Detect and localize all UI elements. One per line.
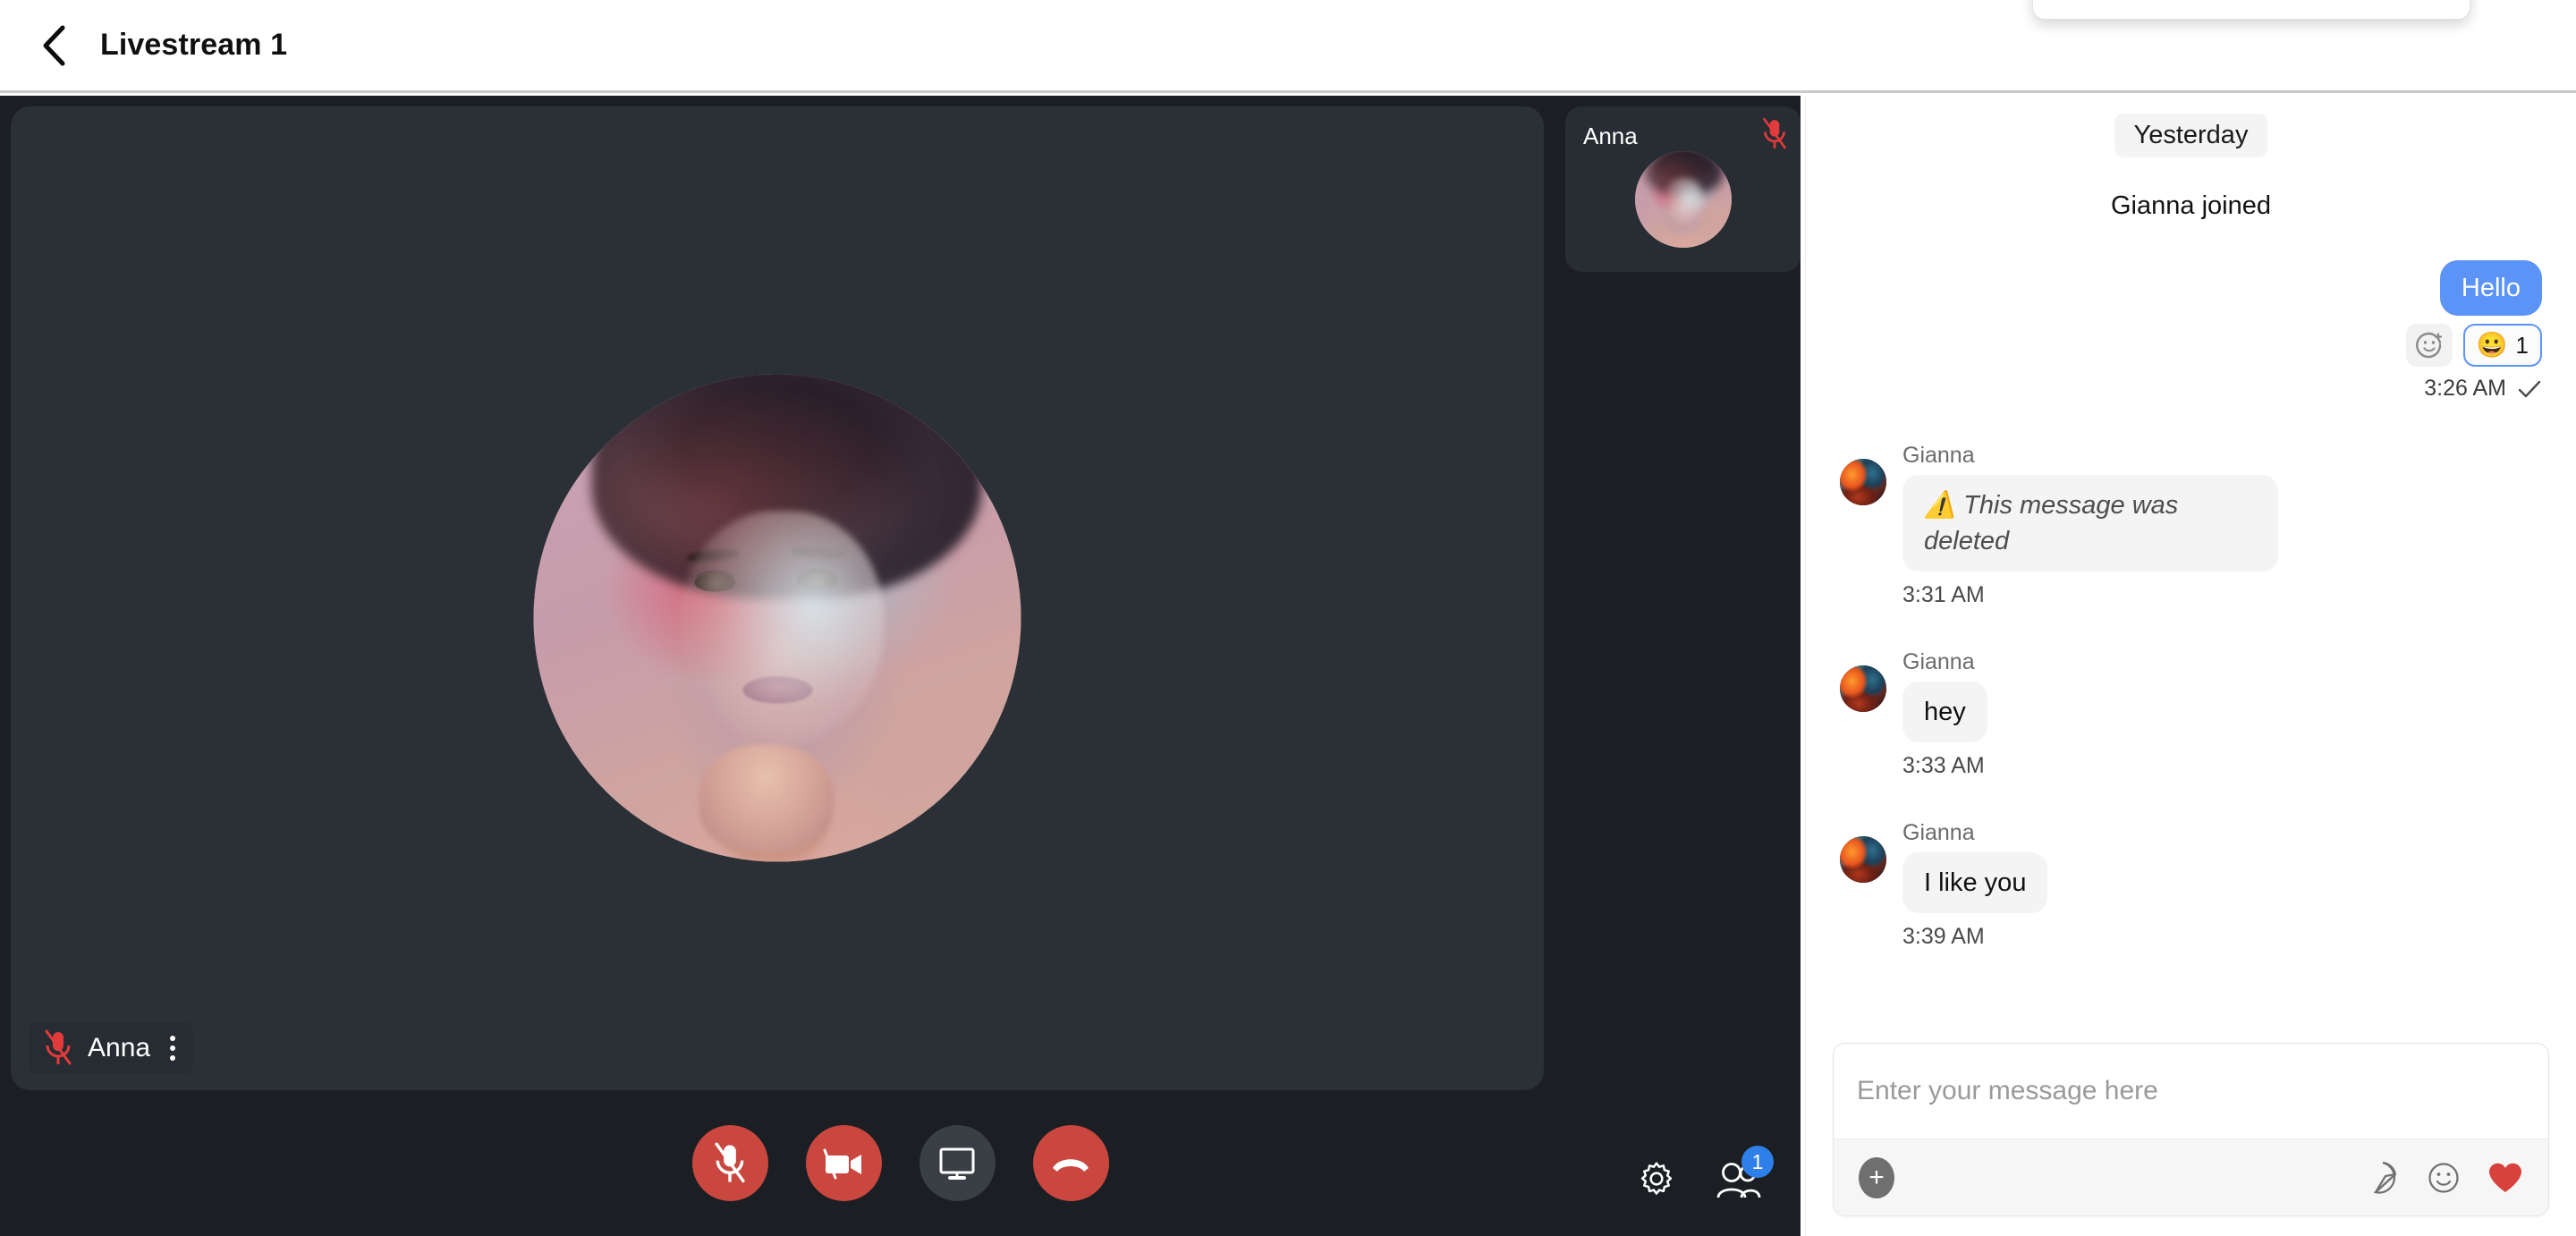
portrait-art — [533, 374, 1021, 862]
kebab-menu-icon[interactable] — [165, 1032, 181, 1064]
reaction-row: 😀 1 — [2405, 324, 2542, 368]
attach-button[interactable]: + — [1859, 1156, 1894, 1198]
composer-wrapper: + — [1806, 1034, 2576, 1236]
message-timestamp: 3:31 AM — [1902, 582, 1985, 608]
message-sender-name: Gianna — [1902, 443, 1975, 469]
gear-icon — [1640, 1162, 1673, 1195]
stage-name-pill[interactable]: Anna — [29, 1022, 194, 1074]
chevron-left-icon — [43, 25, 65, 65]
add-reaction-icon — [2415, 333, 2442, 359]
composer-toolbar: + — [1834, 1139, 2548, 1215]
monitor-icon — [939, 1147, 975, 1180]
message-sender-name: Gianna — [1902, 649, 1975, 675]
page-title: Livestream 1 — [100, 28, 288, 62]
message-composer: + — [1833, 1043, 2549, 1216]
incoming-message-row: Gianna I like you 3:39 AM — [1840, 820, 2542, 950]
add-reaction-button[interactable] — [2405, 324, 2453, 368]
avatar — [1840, 836, 1886, 884]
smiley-icon — [2428, 1162, 2459, 1193]
main-video-stage[interactable]: Anna — [11, 106, 1544, 1090]
emoji-button[interactable] — [2427, 1161, 2461, 1195]
thumbnail-mic-status — [1761, 117, 1788, 156]
outgoing-message-meta: 3:26 AM — [2424, 376, 2542, 402]
livestream-app: Livestream 1 Anna Anna 1 Yesterday Giann… — [0, 0, 2576, 1236]
portrait-art — [1634, 150, 1732, 248]
reaction-emoji: 😀 — [2476, 331, 2508, 360]
message-timestamp: 3:39 AM — [1902, 924, 1985, 950]
avatar — [1840, 459, 1886, 506]
video-panel: Anna Anna 1 — [0, 96, 1801, 1236]
message-sender-name: Gianna — [1902, 820, 1975, 846]
participants-count-badge: 1 — [1741, 1146, 1774, 1178]
sticker-icon — [2373, 1161, 2397, 1194]
system-message: Gianna joined — [2111, 191, 2271, 220]
message-bubble-incoming[interactable]: ⚠️ This message was deleted — [1902, 475, 2278, 572]
outgoing-message-row: Hello 😀 1 3:26 AM — [1840, 260, 2542, 402]
camera-toggle-button[interactable] — [805, 1125, 882, 1201]
message-bubble-incoming[interactable]: hey — [1902, 681, 1987, 743]
microphone-muted-icon — [45, 1029, 72, 1065]
message-bubble-incoming[interactable]: I like you — [1902, 852, 2048, 914]
check-sent-icon — [2518, 380, 2541, 397]
stage-participant-name: Anna — [88, 1033, 151, 1062]
incoming-message-row: Gianna ⚠️ This message was deleted 3:31 … — [1840, 443, 2542, 608]
back-button[interactable] — [30, 21, 79, 70]
avatar — [1840, 665, 1886, 713]
incoming-message-row: Gianna hey 3:33 AM — [1840, 649, 2542, 779]
message-timestamp: 3:26 AM — [2424, 376, 2506, 402]
participants-button[interactable]: 1 — [1715, 1146, 1774, 1204]
chat-panel: Yesterday Gianna joined Hello 😀 1 3:26 A… — [1805, 96, 2576, 1236]
sticker-button[interactable] — [2366, 1160, 2400, 1196]
thumbnail-name: Anna — [1583, 123, 1638, 149]
chat-message-list[interactable]: Yesterday Gianna joined Hello 😀 1 3:26 A… — [1806, 96, 2576, 1034]
day-separator: Yesterday — [1840, 114, 2542, 157]
stage-avatar — [533, 374, 1021, 862]
call-controls — [0, 1090, 1801, 1236]
end-call-button[interactable] — [1032, 1125, 1109, 1201]
share-screen-button[interactable] — [919, 1125, 996, 1201]
message-bubble-outgoing[interactable]: Hello — [2439, 260, 2542, 317]
secondary-controls: 1 — [1636, 1146, 1774, 1204]
message-timestamp: 3:33 AM — [1902, 753, 1985, 779]
settings-button[interactable] — [1636, 1158, 1677, 1204]
day-separator-label: Yesterday — [2114, 114, 2268, 157]
mic-toggle-button[interactable] — [691, 1125, 768, 1201]
composer-icon-group — [2366, 1160, 2523, 1196]
video-camera-off-icon — [823, 1148, 861, 1179]
reaction-count: 1 — [2515, 331, 2529, 359]
microphone-muted-icon — [715, 1142, 745, 1182]
thumbnail-avatar — [1634, 150, 1732, 248]
phone-hangup-icon — [1053, 1158, 1089, 1172]
floating-overlay-card — [2032, 0, 2470, 20]
heart-button[interactable] — [2487, 1161, 2523, 1195]
heart-icon — [2489, 1163, 2521, 1192]
message-input[interactable] — [1834, 1044, 2548, 1139]
microphone-muted-icon — [1763, 117, 1786, 149]
participant-thumbnail[interactable]: Anna — [1565, 106, 1801, 272]
reaction-chip[interactable]: 😀 1 — [2462, 324, 2542, 368]
